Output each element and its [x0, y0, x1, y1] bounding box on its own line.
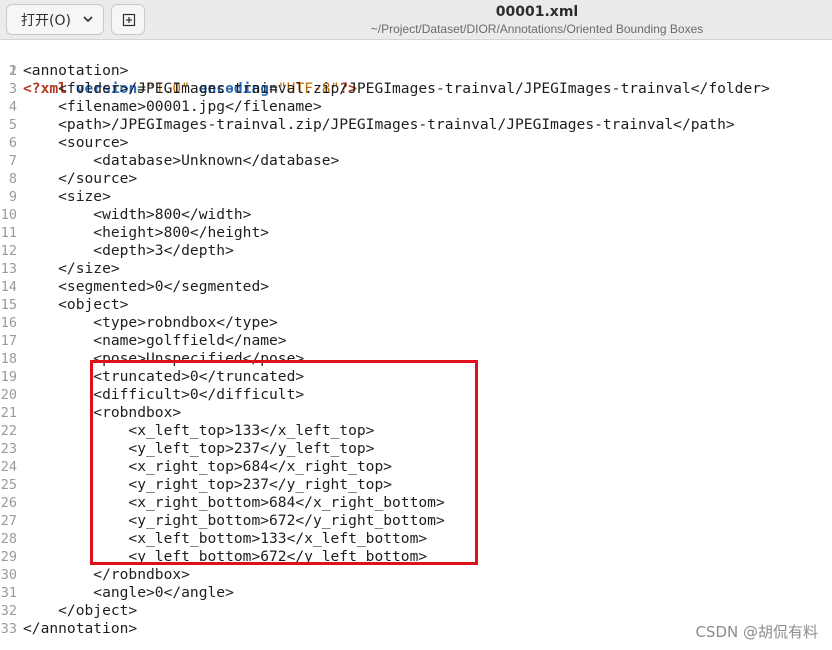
line-content: <filename>00001.jpg</filename> — [23, 98, 322, 115]
line-content: </source> — [23, 170, 138, 187]
line-number: 23 — [0, 441, 17, 457]
line-number: 31 — [0, 585, 17, 601]
line-content: <source> — [23, 134, 129, 151]
line-number: 18 — [0, 351, 17, 367]
code-line-3: 3 <folder>/JPEGImages-trainval.zip/JPEGI… — [0, 80, 832, 98]
line-content: <size> — [23, 188, 111, 205]
code-line-32: 32 </object> — [0, 602, 832, 620]
code-line-15: 15 <object> — [0, 296, 832, 314]
watermark: CSDN @胡侃有料 — [695, 623, 818, 641]
code-line-12: 12 <depth>3</depth> — [0, 242, 832, 260]
line-content: <height>800</height> — [23, 224, 270, 241]
line-number: 32 — [0, 603, 17, 619]
line-content: <folder>/JPEGImages-trainval.zip/JPEGIma… — [23, 80, 770, 97]
code-line-1: 1 <?xml version="1.0" encoding="UTF-8"?> — [0, 44, 832, 97]
line-content: <type>robndbox</type> — [23, 314, 278, 331]
line-number: 15 — [0, 297, 17, 313]
code-line-8: 8 </source> — [0, 170, 832, 188]
code-line-5: 5 <path>/JPEGImages-trainval.zip/JPEGIma… — [0, 116, 832, 134]
line-number: 4 — [8, 99, 17, 115]
code-line-4: 4 <filename>00001.jpg</filename> — [0, 98, 832, 116]
line-number: 21 — [0, 405, 17, 421]
line-number: 7 — [8, 153, 17, 169]
line-number: 17 — [0, 333, 17, 349]
code-line-2: 2 <annotation> — [0, 62, 832, 80]
line-number: 13 — [0, 261, 17, 277]
line-content: </robndbox> — [23, 566, 190, 583]
line-number: 25 — [0, 477, 17, 493]
code-line-9: 9 <size> — [0, 188, 832, 206]
line-number: 10 — [0, 207, 17, 223]
line-number: 27 — [0, 513, 17, 529]
code-line-6: 6 <source> — [0, 134, 832, 152]
line-number: 24 — [0, 459, 17, 475]
line-number: 22 — [0, 423, 17, 439]
open-button[interactable]: 打开(O) — [6, 4, 104, 35]
line-number: 3 — [8, 81, 17, 97]
line-content: <width>800</width> — [23, 206, 252, 223]
line-number: 33 — [0, 621, 17, 637]
line-number: 29 — [0, 549, 17, 565]
code-line-31: 31 <angle>0</angle> — [0, 584, 832, 602]
line-number: 9 — [8, 189, 17, 205]
line-number: 14 — [0, 279, 17, 295]
code-line-7: 7 <database>Unknown</database> — [0, 152, 832, 170]
line-content: <segmented>0</segmented> — [23, 278, 270, 295]
header-bar: 打开(O) 00001.xml ~/Project/Dataset/DIOR/A… — [0, 0, 832, 40]
open-button-label: 打开(O) — [21, 12, 71, 29]
code-line-16: 16 <type>robndbox</type> — [0, 314, 832, 332]
code-line-14: 14 <segmented>0</segmented> — [0, 278, 832, 296]
line-number: 11 — [0, 225, 17, 241]
line-content: </annotation> — [23, 620, 138, 637]
code-line-17: 17 <name>golffield</name> — [0, 332, 832, 350]
document-title: 00001.xml — [495, 4, 579, 20]
line-number: 19 — [0, 369, 17, 385]
line-number: 8 — [8, 171, 17, 187]
line-content: <path>/JPEGImages-trainval.zip/JPEGImage… — [23, 116, 735, 133]
code-line-11: 11 <height>800</height> — [0, 224, 832, 242]
highlight-box — [90, 360, 478, 565]
line-number: 12 — [0, 243, 17, 259]
code-line-30: 30 </robndbox> — [0, 566, 832, 584]
line-number: 30 — [0, 567, 17, 583]
new-document-button[interactable] — [111, 4, 145, 35]
code-line-13: 13 </size> — [0, 260, 832, 278]
line-content: </object> — [23, 602, 138, 619]
line-content: <database>Unknown</database> — [23, 152, 340, 169]
line-number: 20 — [0, 387, 17, 403]
line-content: <name>golffield</name> — [23, 332, 287, 349]
line-number: 2 — [8, 63, 17, 79]
line-number: 28 — [0, 531, 17, 547]
line-number: 26 — [0, 495, 17, 511]
code-line-10: 10 <width>800</width> — [0, 206, 832, 224]
line-content: <angle>0</angle> — [23, 584, 234, 601]
line-content: </size> — [23, 260, 120, 277]
document-path: ~/Project/Dataset/DIOR/Annotations/Orien… — [370, 22, 704, 36]
line-content: <depth>3</depth> — [23, 242, 234, 259]
line-content: <annotation> — [23, 62, 129, 79]
line-content: <object> — [23, 296, 129, 313]
chevron-down-icon[interactable] — [82, 13, 94, 25]
line-number: 5 — [8, 117, 17, 133]
new-document-icon — [122, 13, 136, 27]
line-number: 16 — [0, 315, 17, 331]
line-number: 6 — [8, 135, 17, 151]
title-block: 00001.xml ~/Project/Dataset/DIOR/Annotat… — [300, 3, 774, 37]
